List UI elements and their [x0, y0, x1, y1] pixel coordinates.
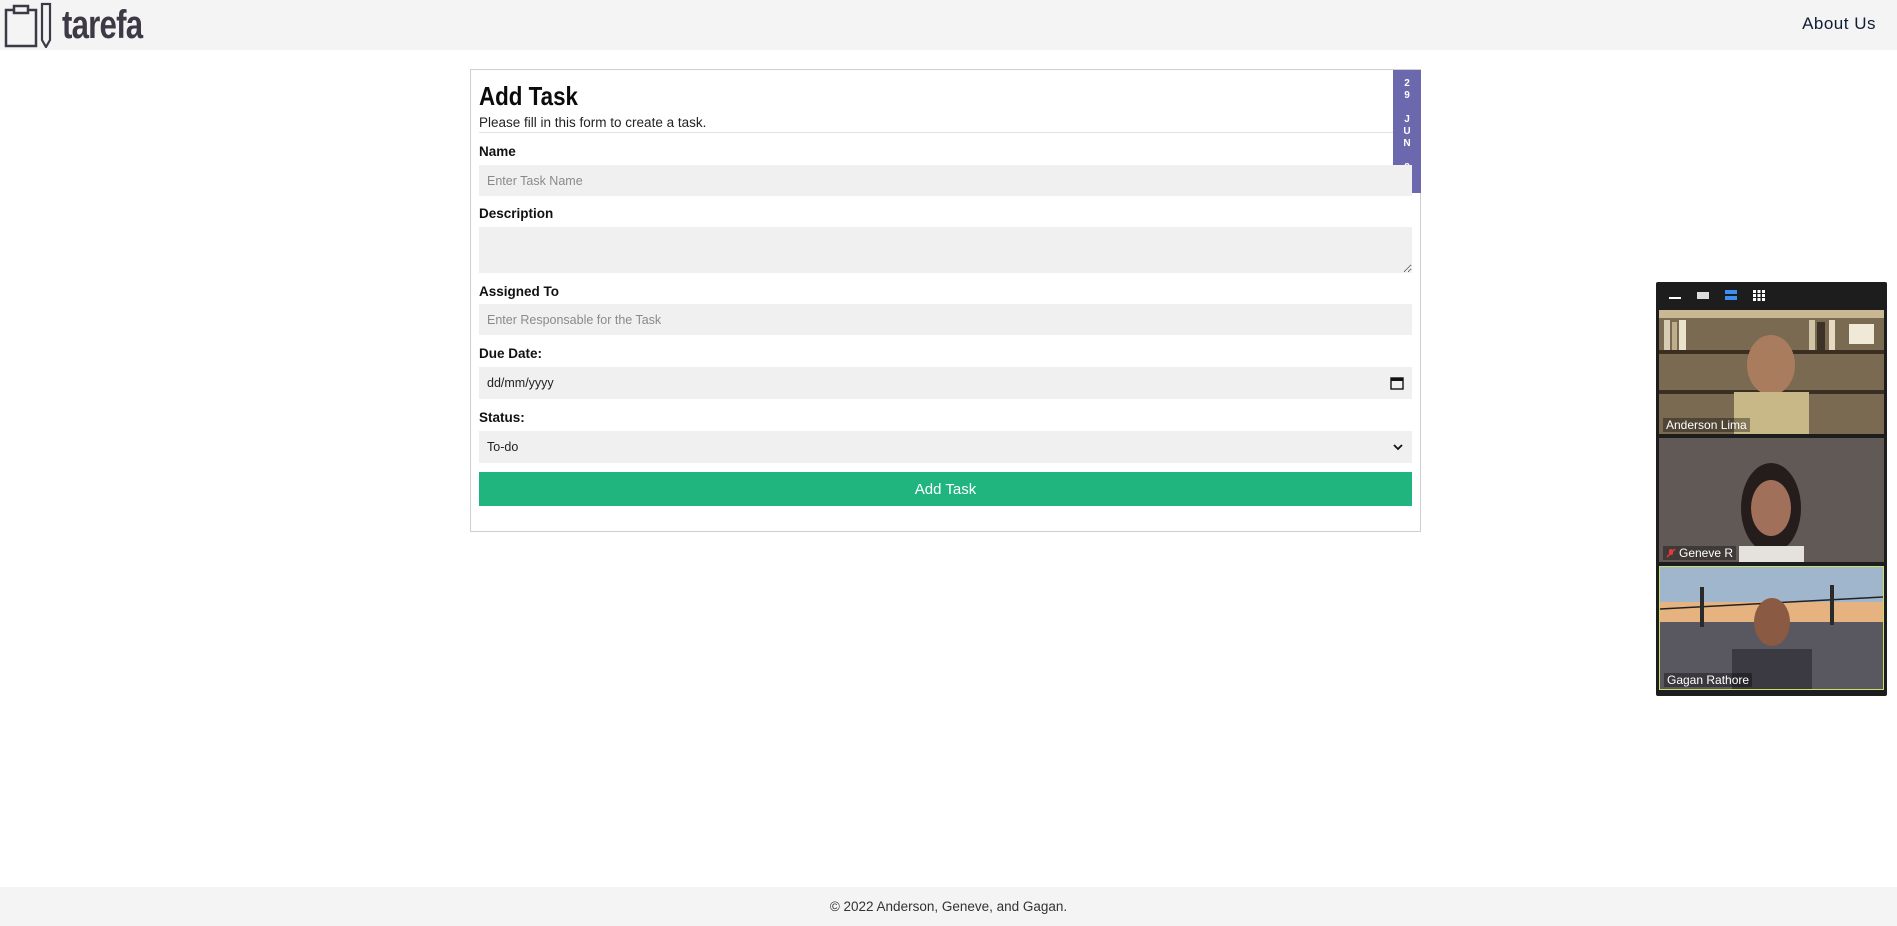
bookshelf-background [1659, 310, 1884, 434]
bridge-background [1660, 567, 1883, 689]
stacked-view-icon[interactable] [1722, 287, 1740, 303]
chevron-down-icon [1393, 444, 1403, 451]
due-date-value: dd/mm/yyyy [487, 376, 554, 390]
add-task-card: Add Task Please fill in this form to cre… [470, 69, 1421, 532]
logo[interactable]: tarefa [4, 2, 165, 48]
video-view-toolbar [1656, 282, 1887, 308]
single-view-icon[interactable] [1694, 287, 1712, 303]
due-date-label: Due Date: [479, 346, 543, 361]
due-date-input[interactable]: dd/mm/yyyy [479, 367, 1412, 399]
add-task-button[interactable]: Add Task [479, 472, 1412, 506]
calendar-icon[interactable] [1390, 376, 1404, 390]
participant-name: Gagan Rathore [1664, 673, 1753, 687]
participant-name: Anderson Lima [1663, 418, 1750, 432]
logo-text: tarefa [62, 3, 143, 47]
task-name-input[interactable] [479, 165, 1412, 196]
clipboard-pencil-icon [4, 2, 52, 48]
form-title: Add Task [479, 81, 578, 111]
grid-view-icon[interactable] [1750, 287, 1768, 303]
participant-video-tile[interactable]: Anderson Lima [1659, 310, 1884, 434]
participant-video-tile[interactable]: Geneve R [1659, 438, 1884, 562]
form-subtitle: Please fill in this form to create a tas… [479, 115, 707, 130]
name-label: Name [479, 144, 516, 159]
assigned-to-input[interactable] [479, 304, 1412, 335]
divider [479, 132, 1399, 133]
participant-video [1659, 438, 1884, 562]
footer: © 2022 Anderson, Geneve, and Gagan. [0, 887, 1897, 926]
muted-mic-icon [1666, 548, 1676, 558]
date-month: J U N [1403, 114, 1411, 149]
top-navbar: tarefa About Us [0, 0, 1897, 50]
assigned-to-label: Assigned To [479, 284, 560, 299]
participant-video-tile[interactable]: Gagan Rathore [1659, 566, 1884, 690]
copyright-text: © 2022 Anderson, Geneve, and Gagan. [829, 899, 1068, 914]
participant-name: Geneve R [1663, 546, 1737, 560]
date-day: 2 9 [1404, 78, 1410, 101]
about-us-link[interactable]: About Us [1802, 14, 1876, 34]
status-select[interactable]: To-do [479, 431, 1412, 463]
minimize-icon[interactable] [1666, 287, 1684, 303]
video-call-panel: Anderson Lima Geneve R Gagan Rathore [1656, 282, 1887, 696]
status-label: Status: [479, 410, 525, 425]
description-textarea[interactable] [479, 227, 1412, 273]
status-value: To-do [487, 440, 519, 454]
description-label: Description [479, 206, 554, 221]
